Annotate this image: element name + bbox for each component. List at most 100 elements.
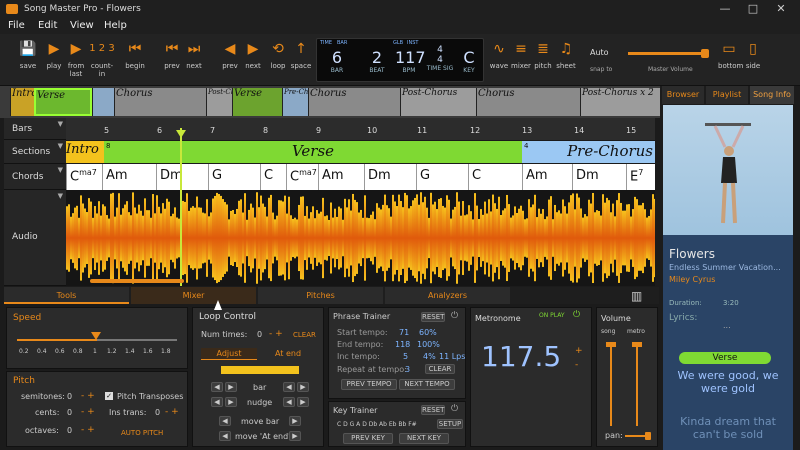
chord[interactable]: Cma7 [286,164,318,190]
bpm-decrease-button[interactable]: - [575,360,578,370]
ins-trans-stepper[interactable]: - + [165,407,179,417]
loop-range-bar[interactable] [221,366,299,374]
cents-value[interactable]: 0 [67,408,72,417]
section-verse[interactable]: 8 Verse [104,141,522,163]
begin-button[interactable]: ⏮ begin [122,40,148,70]
next-bar-button[interactable]: ▶ next [241,40,265,70]
bar-right-button[interactable]: ▶ [225,382,237,392]
tab-song-info[interactable]: Song Info [750,86,794,104]
power-icon[interactable]: ⏻ [451,311,458,321]
metronome-bpm-value[interactable]: 117.5 [481,340,561,373]
next-key-button[interactable]: NEXT KEY [399,433,449,444]
loop-clear-button[interactable]: CLEAR [293,331,316,339]
semitones-stepper[interactable]: - + [81,391,95,401]
bar-left-button[interactable]: ◀ [211,382,223,392]
section-pre-chorus[interactable]: 4 Pre-Chorus [522,141,655,163]
prev-key-button[interactable]: PREV KEY [343,433,393,444]
start-tempo-value[interactable]: 71 [399,328,409,337]
speed-knob[interactable] [91,332,101,340]
metro-volume-slider[interactable] [636,344,638,426]
chord[interactable]: C [260,164,286,190]
pitch-view-button[interactable]: ≣ pitch [532,40,554,70]
metro-volume-knob[interactable] [632,342,642,347]
nudge-right-button[interactable]: ▶ [225,397,237,407]
chord[interactable]: Dm [156,164,208,190]
chord[interactable]: E7 [626,164,655,190]
tab-analyzers[interactable]: Analyzers [385,287,510,304]
num-times-stepper[interactable]: - + [269,329,283,339]
count-in-button[interactable]: 1 2 3 count-in [88,40,116,78]
tab-tools[interactable]: Tools [4,287,129,304]
loop-button[interactable]: ⟲ loop [266,40,290,70]
sheet-view-button[interactable]: ♫ sheet [554,40,578,70]
chord[interactable]: Dm [572,164,626,190]
end-tempo-value[interactable]: 118 [395,340,410,349]
menu-edit[interactable]: Edit [38,20,57,31]
key-reset-button[interactable]: RESET [421,405,445,415]
prev-bar-button[interactable]: ◀ prev [218,40,242,70]
snap-value[interactable]: Auto [590,48,609,57]
ins-trans-value[interactable]: 0 [155,408,160,417]
section-intro[interactable]: Intro [66,141,104,163]
bar-end-left-button[interactable]: ◀ [283,382,295,392]
chord[interactable]: Dm [364,164,416,190]
playhead[interactable] [180,128,182,286]
song-volume-knob[interactable] [606,342,616,347]
song-volume-slider[interactable] [610,344,612,426]
track-label-chords[interactable]: Chords ▼ [4,164,66,190]
tab-mixer[interactable]: Mixer [131,287,256,304]
bpm-increase-button[interactable]: + [575,346,583,356]
overview-post-chorus-2[interactable]: Post-Chorus [400,88,476,116]
pan-slider[interactable] [625,435,647,437]
minimize-icon[interactable]: — [715,2,735,15]
tab-playlist[interactable]: Playlist [706,86,748,104]
chord[interactable]: Am [522,164,572,190]
move-end-left-button[interactable]: ◀ [219,431,231,441]
mixer-view-button[interactable]: ≡ mixer [510,40,532,70]
bottom-panel-button[interactable]: ▭ bottom [718,40,743,70]
timeline-scrollbar[interactable] [90,279,184,283]
chord[interactable]: Am [318,164,364,190]
track-label-bars[interactable]: Bars ▼ [4,118,66,140]
close-icon[interactable]: ✕ [771,2,791,15]
phrase-clear-button[interactable]: CLEAR [425,364,455,374]
track-label-sections[interactable]: Sections ▼ [4,140,66,164]
num-times-value[interactable]: 0 [257,330,262,339]
key-setup-button[interactable]: SETUP [437,419,463,429]
overview-chorus-3[interactable]: Chorus [476,88,580,116]
pan-knob[interactable] [645,432,651,440]
overview-intro[interactable]: Intro [10,88,34,116]
chord[interactable]: Am [102,164,156,190]
side-panel-button[interactable]: ▯ side [742,40,764,70]
overview-pre-chorus-2[interactable]: Pre-Chorus [282,88,308,116]
playhead-handle[interactable] [176,130,186,138]
next-section-button[interactable]: ⏭ next [182,40,206,70]
menu-view[interactable]: View [70,20,94,31]
overview-pre-chorus[interactable] [92,88,114,116]
nudge-end-right-button[interactable]: ▶ [297,397,309,407]
inc-tempo-value[interactable]: 5 [403,352,408,361]
bar-end-right-button[interactable]: ▶ [297,382,309,392]
bar-ruler[interactable]: 5 6 7 8 9 10 11 12 13 14 15 [66,118,655,140]
piano-icon[interactable]: ▥ [631,289,642,303]
tab-browser[interactable]: Browser [662,86,704,104]
song-overview[interactable]: Intro Verse Chorus Post-Chorus Verse Pre… [0,86,660,118]
play-from-last-button[interactable]: ▶ from last [62,40,90,78]
overview-post-chorus[interactable]: Post-Chorus [206,88,232,116]
power-icon[interactable]: ⏻ [451,404,458,414]
at-end-tab[interactable]: At end [259,348,317,360]
wave-view-button[interactable]: ∿ wave [488,40,510,70]
octaves-value[interactable]: 0 [67,426,72,435]
chord[interactable]: G [208,164,260,190]
overview-verse[interactable]: Verse [34,88,92,116]
key-sequence[interactable]: C D G A D Db Ab Eb Bb F# [337,421,417,428]
overview-post-chorus-3[interactable]: Post-Chorus x 2 [580,88,660,116]
move-end-right-button[interactable]: ▶ [289,431,301,441]
auto-pitch-button[interactable]: AUTO PITCH [121,429,163,437]
menu-file[interactable]: File [8,20,25,31]
maximize-icon[interactable]: □ [743,2,763,15]
overview-verse-2[interactable]: Verse [232,88,282,116]
chord[interactable]: G [416,164,468,190]
master-volume-knob[interactable] [701,49,709,58]
prev-section-button[interactable]: ⏮ prev [160,40,184,70]
